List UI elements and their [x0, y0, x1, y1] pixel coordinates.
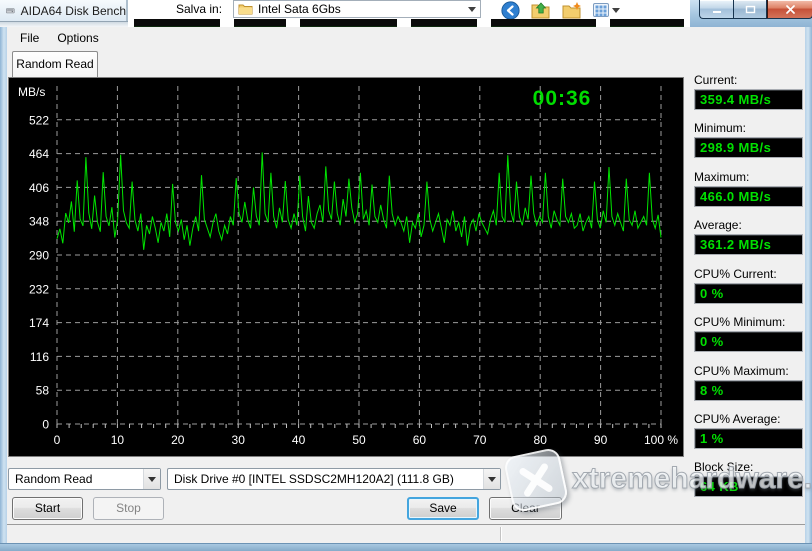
stat-value: 298.9 MB/s [694, 137, 803, 158]
save-location-value: Intel Sata 6Gbs [258, 2, 341, 16]
folder-icon [238, 4, 253, 15]
stat-value: 361.2 MB/s [694, 234, 803, 255]
status-bar [7, 525, 805, 543]
y-tick-label: 58 [36, 384, 50, 398]
stat-value: 0 % [694, 283, 803, 304]
stat-value: 8 % [694, 380, 803, 401]
stop-button[interactable]: Stop [93, 497, 164, 520]
stat-label: Minimum: [694, 121, 747, 135]
x-tick-label: 20 [171, 433, 185, 447]
test-type-value: Random Read [15, 472, 93, 486]
file-thumbnail[interactable] [411, 19, 478, 27]
y-tick-label: 522 [29, 113, 49, 127]
tab-random-read[interactable]: Random Read [12, 51, 98, 77]
stat-value: 0 % [694, 331, 803, 352]
save-button[interactable]: Save [407, 497, 479, 520]
stat-label: Block Size: [694, 460, 754, 474]
y-tick-label: 406 [29, 181, 49, 195]
stat-label: CPU% Maximum: [694, 364, 789, 378]
stat-value: 1 % [694, 428, 803, 449]
view-menu-icon[interactable] [593, 3, 620, 17]
menu-options[interactable]: Options [48, 29, 107, 47]
benchmark-window: File Options Random Read MB/s 522 464 406 34… [7, 27, 805, 543]
minimize-button[interactable] [699, 0, 733, 19]
background-window-title: AIDA64 Disk Bench [20, 3, 126, 18]
disk-drive-icon [6, 8, 15, 14]
disk-drive-value: Disk Drive #0 [INTEL SSDSC2MH120A2] (111… [174, 472, 454, 486]
file-thumbnail[interactable] [299, 19, 398, 27]
chart-plot: MB/s 522 464 406 348 290 232 174 116 58 00 10 20 30 40… [18, 85, 678, 447]
close-button[interactable] [767, 0, 812, 19]
stat-value: 359.4 MB/s [694, 89, 803, 110]
close-icon [785, 4, 795, 14]
x-tick-label: 10 [111, 433, 125, 447]
x-tick-label: 70 [473, 433, 487, 447]
x-tick-label: 40 [292, 433, 306, 447]
minimize-icon [712, 10, 721, 13]
y-tick-label: 232 [29, 282, 49, 296]
screen: AIDA64 Disk Bench Salva in: Intel Sata 6… [0, 0, 812, 551]
x-tick-label: 90 [594, 433, 608, 447]
window-controls [699, 0, 812, 19]
dialog-titlebar-corner [690, 0, 812, 27]
stat-label: Current: [694, 73, 738, 87]
statusbar-divider [500, 527, 502, 541]
up-folder-icon[interactable] [531, 0, 551, 20]
elapsed-timer: 00:36 [532, 87, 592, 110]
y-axis-unit-label: MB/s [18, 85, 45, 99]
clear-button[interactable]: Clear [489, 497, 562, 520]
x-tick-label: 80 [534, 433, 548, 447]
dialog-toolbar [500, 0, 620, 20]
window-border-left [0, 27, 7, 543]
x-tick-label: 50 [352, 433, 366, 447]
start-button[interactable]: Start [12, 497, 83, 520]
window-border-right [805, 27, 812, 543]
stat-label: Maximum: [694, 170, 750, 184]
new-folder-icon[interactable] [562, 0, 582, 20]
window-border-bottom [0, 543, 812, 551]
background-window-titlebar[interactable]: AIDA64 Disk Bench [0, 0, 128, 21]
disk-drive-combobox[interactable]: Disk Drive #0 [INTEL SSDSC2MH120A2] (111… [167, 468, 501, 490]
stat-value: 64 KB [694, 476, 803, 497]
y-tick-label: 116 [30, 350, 49, 364]
menu-file[interactable]: File [11, 29, 48, 47]
y-tick-label: 464 [29, 147, 49, 161]
stat-label: CPU% Minimum: [694, 315, 786, 329]
back-icon[interactable] [500, 0, 520, 20]
x-tick-label: 0 [54, 433, 61, 447]
save-location-combobox[interactable]: Intel Sata 6Gbs [233, 0, 481, 18]
y-tick-label: 290 [29, 249, 49, 263]
stat-label: CPU% Current: [694, 267, 777, 281]
file-thumbnail[interactable] [233, 19, 286, 27]
stat-label: CPU% Average: [694, 412, 781, 426]
chevron-down-icon [483, 469, 500, 489]
file-thumbnail[interactable] [491, 19, 597, 27]
y-tick-label: 348 [29, 215, 49, 229]
maximize-button[interactable] [733, 0, 767, 19]
file-thumbnail[interactable] [134, 19, 220, 27]
save-dialog-fragment: Salva in: Intel Sata 6Gbs [128, 0, 690, 27]
chevron-down-icon [468, 6, 476, 12]
benchmark-chart: MB/s 522 464 406 348 290 232 174 116 58 0 0 10 20 30 40… [8, 77, 684, 457]
x-tick-label: 60 [413, 433, 427, 447]
file-thumbnail[interactable] [610, 19, 684, 27]
y-tick-label: 174 [29, 316, 49, 330]
dialog-file-list [134, 19, 684, 27]
maximize-icon [745, 5, 755, 13]
save-in-label: Salva in: [176, 2, 223, 16]
x-tick-label: 100 % [644, 433, 678, 447]
y-tick-label: 0 [42, 418, 49, 432]
test-type-combobox[interactable]: Random Read [8, 468, 161, 490]
x-tick-label: 30 [232, 433, 246, 447]
menu-bar: File Options [7, 27, 805, 48]
chevron-down-icon [143, 469, 160, 489]
stat-value: 466.0 MB/s [694, 186, 803, 207]
stat-label: Average: [694, 218, 742, 232]
